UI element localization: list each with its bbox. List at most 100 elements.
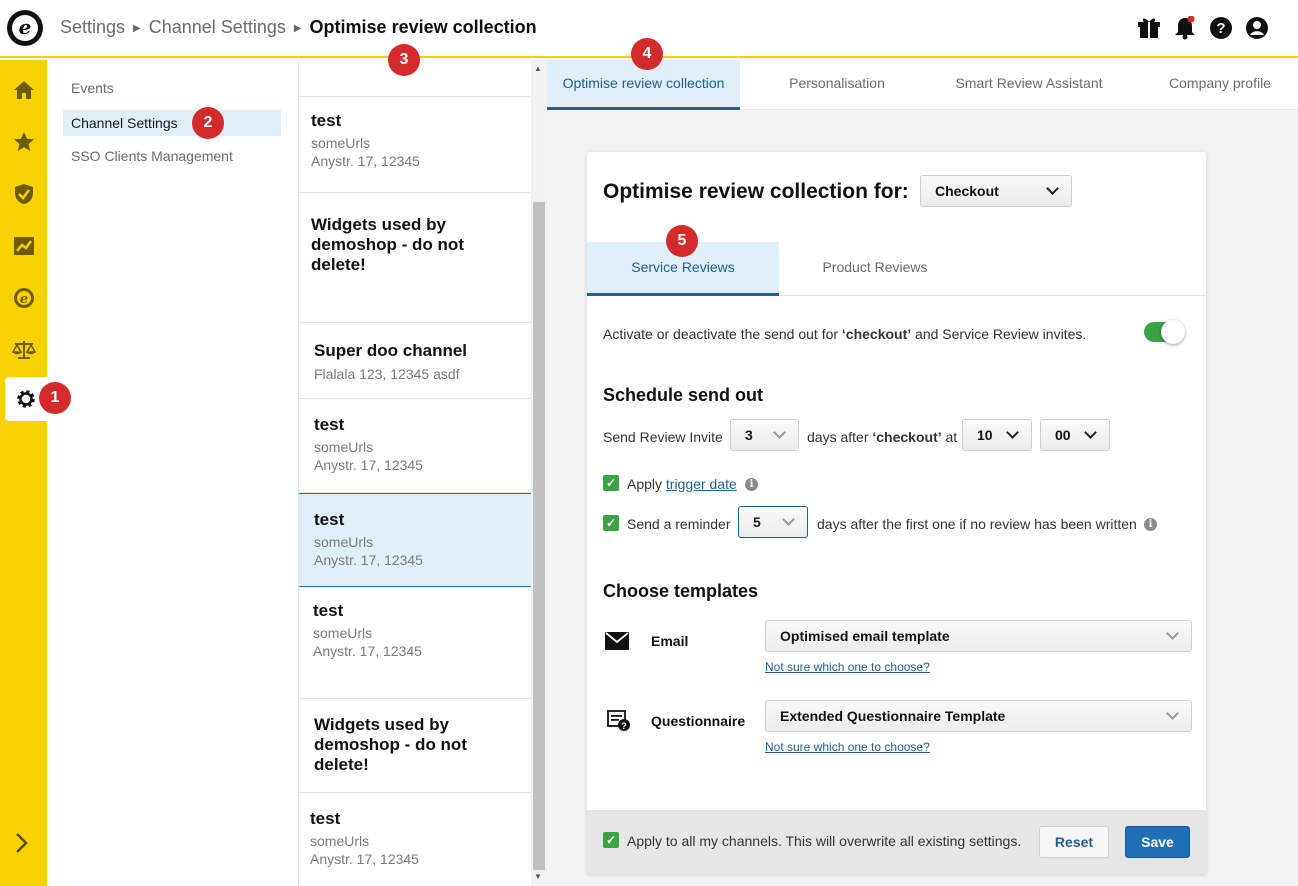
trusted-icon[interactable]: e [0,276,47,320]
questionnaire-label: Questionnaire [651,713,746,729]
settings-submenu: Events Channel Settings SSO Clients Mana… [47,60,298,886]
info-icon[interactable]: i [1144,518,1157,531]
apply-trigger-text: Apply trigger date [627,476,737,492]
reminder-label: Send a reminder [627,516,731,532]
channel-item[interactable]: test someUrls Anystr. 17, 12345 [299,587,531,699]
tab-product-reviews[interactable]: Product Reviews [779,242,971,296]
channel-line: Anystr. 17, 12345 [310,851,419,867]
channel-line: Anystr. 17, 12345 [311,153,420,169]
card-title: Optimise review collection for: [603,180,909,203]
bell-icon[interactable] [1174,15,1196,40]
chevron-down-icon [782,513,795,526]
annotation-badge: 2 [192,107,224,139]
channel-item[interactable]: test someUrls Anystr. 17, 12345 [299,97,531,193]
chevron-down-icon [1084,426,1097,439]
channel-name: Widgets used by demoshop - do not delete… [314,715,467,774]
days-after-part: days after [807,429,873,445]
channel-name: test [311,111,342,130]
annotation-badge: 4 [631,38,663,70]
scroll-up-icon[interactable]: ▲ [534,64,542,73]
minute-select[interactable]: 00 [1040,419,1110,451]
activate-text-part: and Service Review invites. [911,326,1087,342]
hour-select[interactable]: 10 [962,419,1032,451]
channel-item[interactable]: test someUrls Anystr. 17, 12345 [299,793,531,886]
chart-icon[interactable] [0,224,47,268]
activate-text: Activate or deactivate the send out for … [603,326,1086,342]
channel-line: someUrls [314,534,374,550]
questionnaire-help-link[interactable]: Not sure which one to choose? [765,740,930,754]
apply-trigger-checkbox[interactable]: ✓ [603,475,619,491]
channel-line: Anystr. 17, 12345 [313,643,422,659]
channel-item[interactable]: Widgets used by demoshop - do not delete… [299,193,531,323]
channel-name: test [314,415,345,434]
breadcrumb-channel-settings[interactable]: Channel Settings [149,17,286,37]
breadcrumb-separator-icon: ▶ [293,23,302,34]
channel-line: Anystr. 17, 12345 [314,457,423,473]
email-template-select[interactable]: Optimised email template [765,620,1192,652]
days-after-bold: ‘checkout’ [872,429,942,445]
channel-line: someUrls [311,135,371,151]
submenu-item-sso-clients[interactable]: SSO Clients Management [63,143,281,169]
days-value: 3 [745,427,753,443]
trigger-date-link[interactable]: trigger date [666,476,737,492]
save-button[interactable]: Save [1125,826,1190,858]
channel-item[interactable]: test someUrls Anystr. 17, 12345 [299,399,531,493]
channel-line: someUrls [310,833,370,849]
breadcrumb-separator-icon: ▶ [133,23,141,34]
shield-icon[interactable] [0,172,47,216]
channel-line: Flalala 123, 12345 asdf [314,366,460,382]
reminder-days-select[interactable]: 5 [738,506,808,538]
star-icon[interactable] [0,120,47,164]
questionnaire-template-select[interactable]: Extended Questionnaire Template [765,700,1192,732]
submenu-item-channel-settings[interactable]: Channel Settings [63,110,281,136]
breadcrumb-settings[interactable]: Settings [60,17,125,37]
chevron-down-icon [1006,426,1019,439]
annotation-badge: 3 [388,44,420,76]
card-footer: ✓ Apply to all my channels. This will ov… [587,810,1206,874]
channel-item-selected[interactable]: test someUrls Anystr. 17, 12345 [299,493,531,587]
channel-item[interactable]: Super doo channel Flalala 123, 12345 asd… [299,323,531,399]
chevron-down-icon [1166,707,1179,720]
email-label: Email [651,633,689,649]
tab-personalisation[interactable]: Personalisation [757,60,917,110]
channel-name: test [314,510,345,529]
email-help-link[interactable]: Not sure which one to choose? [765,660,930,674]
days-select[interactable]: 3 [730,419,799,451]
submenu-item-events[interactable]: Events [63,75,281,101]
toggle-knob [1161,320,1185,344]
settings-card: Optimise review collection for: Checkout… [587,152,1206,874]
info-icon[interactable]: i [745,478,758,491]
breadcrumb-current: Optimise review collection [309,17,537,37]
main-tabs: Optimise review collection Personalisati… [547,60,1298,110]
chevron-right-icon[interactable] [12,830,32,863]
apply-text: Apply [627,476,666,492]
questionnaire-icon: ? [607,710,631,737]
tab-company-profile[interactable]: Company profile [1147,60,1293,110]
apply-all-checkbox[interactable]: ✓ [603,832,619,848]
help-icon[interactable]: ? [1210,16,1232,40]
top-icons: ? [1138,15,1268,40]
reset-button[interactable]: Reset [1039,826,1109,858]
chevron-down-icon [773,426,786,439]
scroll-down-icon[interactable]: ▼ [534,872,542,881]
scale-icon[interactable] [0,328,47,372]
sendout-toggle[interactable] [1144,320,1185,344]
reminder-after-text: days after the first one if no review ha… [817,516,1137,532]
send-invite-label: Send Review Invite [603,429,723,445]
channel-line: someUrls [313,625,373,641]
gift-icon[interactable] [1138,16,1160,40]
home-icon[interactable] [0,68,47,112]
reminder-checkbox[interactable]: ✓ [603,515,619,531]
scrollbar-thumb[interactable] [533,202,545,870]
annotation-badge: 1 [39,382,71,414]
logo[interactable]: e [7,10,43,46]
channel-list-scrollbar[interactable]: ▲ ▼ [531,60,547,886]
breadcrumb: Settings ▶ Channel Settings ▶ Optimise revie… [60,17,537,38]
tab-smart-review-assistant[interactable]: Smart Review Assistant [939,60,1119,110]
apply-all-text: Apply to all my channels. This will over… [627,833,1022,849]
annotation-badge: 5 [666,225,698,257]
channel-type-select[interactable]: Checkout [920,175,1072,207]
user-icon[interactable] [1246,16,1268,40]
svg-text:?: ? [1216,20,1225,37]
channel-item[interactable]: Widgets used by demoshop - do not delete… [299,699,531,793]
